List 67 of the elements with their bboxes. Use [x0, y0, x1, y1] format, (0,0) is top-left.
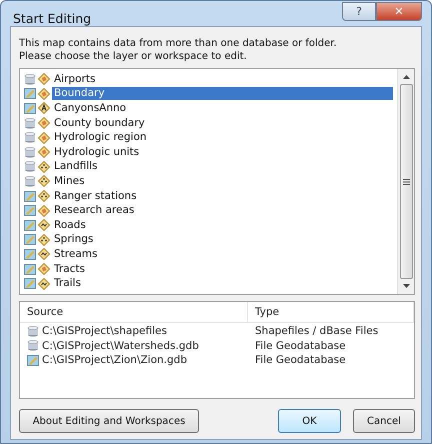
point-layer-icon [38, 190, 50, 202]
layer-item[interactable]: Streams [52, 248, 393, 261]
source-path: C:\GISProject\Zion\Zion.gdb [42, 354, 188, 366]
layer-item[interactable]: Research areas [52, 204, 393, 218]
polygon-layer-icon [38, 204, 50, 217]
edit-workspace-icon [24, 248, 36, 260]
layer-item[interactable]: Hydrologic units [52, 146, 393, 159]
cancel-button[interactable]: Cancel [353, 409, 415, 433]
line-layer-icon [38, 219, 50, 232]
layer-item[interactable]: Springs [52, 233, 393, 246]
column-header[interactable]: Source [20, 302, 248, 322]
database-icon [27, 340, 39, 352]
layer-item[interactable]: CanyonsAnno [52, 102, 393, 115]
edit-workspace-icon [24, 205, 36, 216]
polygon-layer-icon [38, 88, 50, 100]
source-type: Shapefiles / dBase Files [255, 325, 378, 338]
polygon-layer-icon [38, 117, 50, 130]
polygon-layer-icon [38, 132, 50, 144]
source-type: File Geodatabase [255, 340, 346, 352]
edit-workspace-icon [27, 354, 39, 366]
point-layer-icon [38, 160, 50, 173]
layer-item[interactable]: Ranger stations [52, 190, 393, 203]
edit-workspace-icon [24, 278, 36, 290]
layer-item[interactable]: County boundary [52, 116, 393, 130]
help-button[interactable]: ? [342, 2, 376, 21]
polygon-layer-icon [38, 146, 50, 158]
column-header[interactable]: Type [248, 302, 414, 322]
line-layer-icon [38, 278, 50, 290]
ok-button[interactable]: OK [278, 409, 341, 433]
edit-workspace-icon [24, 220, 36, 231]
source-type: File Geodatabase [255, 354, 346, 366]
database-icon [24, 118, 36, 129]
instruction-text: This map contains data from more than one database or folder. [19, 37, 338, 50]
layer-item[interactable]: Tracts [52, 262, 393, 276]
scroll-up-icon[interactable] [402, 75, 410, 79]
about-button[interactable]: About Editing and Workspaces [19, 409, 199, 433]
annotation-layer-icon [38, 102, 50, 114]
layer-item[interactable]: Landfills [52, 160, 393, 174]
layer-item[interactable]: Trails [52, 277, 393, 290]
edit-workspace-icon [24, 190, 36, 202]
edit-workspace-icon [24, 234, 36, 246]
database-icon [24, 132, 36, 144]
database-icon [24, 146, 36, 158]
edit-workspace-icon [24, 102, 36, 114]
source-path: C:\GISProject\Watersheds.gdb [42, 340, 199, 352]
polygon-layer-icon [38, 263, 50, 276]
layer-item[interactable]: Mines [52, 174, 393, 188]
database-icon [24, 74, 36, 85]
window-title: Start Editing [13, 11, 92, 26]
scroll-down-icon[interactable] [402, 284, 410, 288]
line-layer-icon [38, 248, 50, 260]
database-icon [24, 176, 36, 187]
polygon-layer-icon [38, 73, 50, 86]
layer-item[interactable]: Boundary [52, 87, 393, 100]
source-path: C:\GISProject\shapefiles [42, 325, 167, 338]
edit-workspace-icon [24, 88, 36, 100]
instruction-text: Please choose the layer or workspace to edit. [19, 50, 248, 63]
edit-workspace-icon [24, 264, 36, 275]
grip-icon [402, 178, 410, 184]
layer-item[interactable]: Hydrologic region [52, 131, 393, 144]
database-icon [27, 326, 39, 337]
layer-item[interactable]: Roads [52, 218, 393, 232]
layer-item[interactable]: Airports [52, 72, 393, 86]
point-layer-icon [38, 175, 50, 188]
scrollbar[interactable] [397, 69, 414, 294]
point-layer-icon [38, 234, 50, 246]
database-icon [24, 161, 36, 172]
